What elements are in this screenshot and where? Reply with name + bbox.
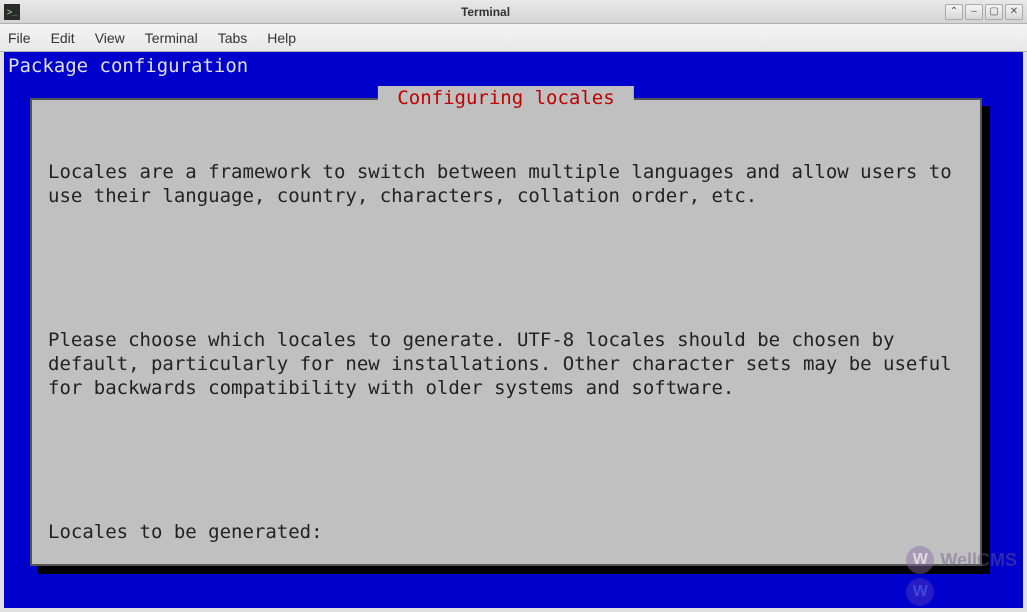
menu-terminal[interactable]: Terminal	[145, 30, 198, 46]
menu-view[interactable]: View	[95, 30, 125, 46]
dialog-text-1: Locales are a framework to switch betwee…	[48, 160, 964, 208]
window-titlebar: >_ Terminal ⌃ ‒ ▢ ✕	[0, 0, 1027, 24]
dialog-title: Configuring locales	[378, 86, 634, 110]
window-up-button[interactable]: ⌃	[945, 4, 963, 20]
menu-tabs[interactable]: Tabs	[218, 30, 248, 46]
configure-locales-dialog: Configuring locales Locales are a framew…	[30, 98, 982, 566]
dialog-text-2: Please choose which locales to generate.…	[48, 328, 964, 400]
package-config-header: Package configuration	[4, 52, 1023, 80]
window-maximize-button[interactable]: ▢	[985, 4, 1003, 20]
window-close-button[interactable]: ✕	[1005, 4, 1023, 20]
menu-bar: File Edit View Terminal Tabs Help	[0, 24, 1027, 52]
menu-help[interactable]: Help	[267, 30, 296, 46]
menu-edit[interactable]: Edit	[51, 30, 75, 46]
terminal-viewport[interactable]: Package configuration Configuring locale…	[4, 52, 1023, 608]
dialog-prompt: Locales to be generated:	[48, 520, 964, 544]
window-minimize-button[interactable]: ‒	[965, 4, 983, 20]
window-controls: ⌃ ‒ ▢ ✕	[945, 4, 1023, 20]
window-title: Terminal	[26, 5, 945, 19]
dialog-body: Locales are a framework to switch betwee…	[32, 100, 980, 608]
terminal-app-icon: >_	[4, 4, 20, 20]
menu-file[interactable]: File	[8, 30, 31, 46]
